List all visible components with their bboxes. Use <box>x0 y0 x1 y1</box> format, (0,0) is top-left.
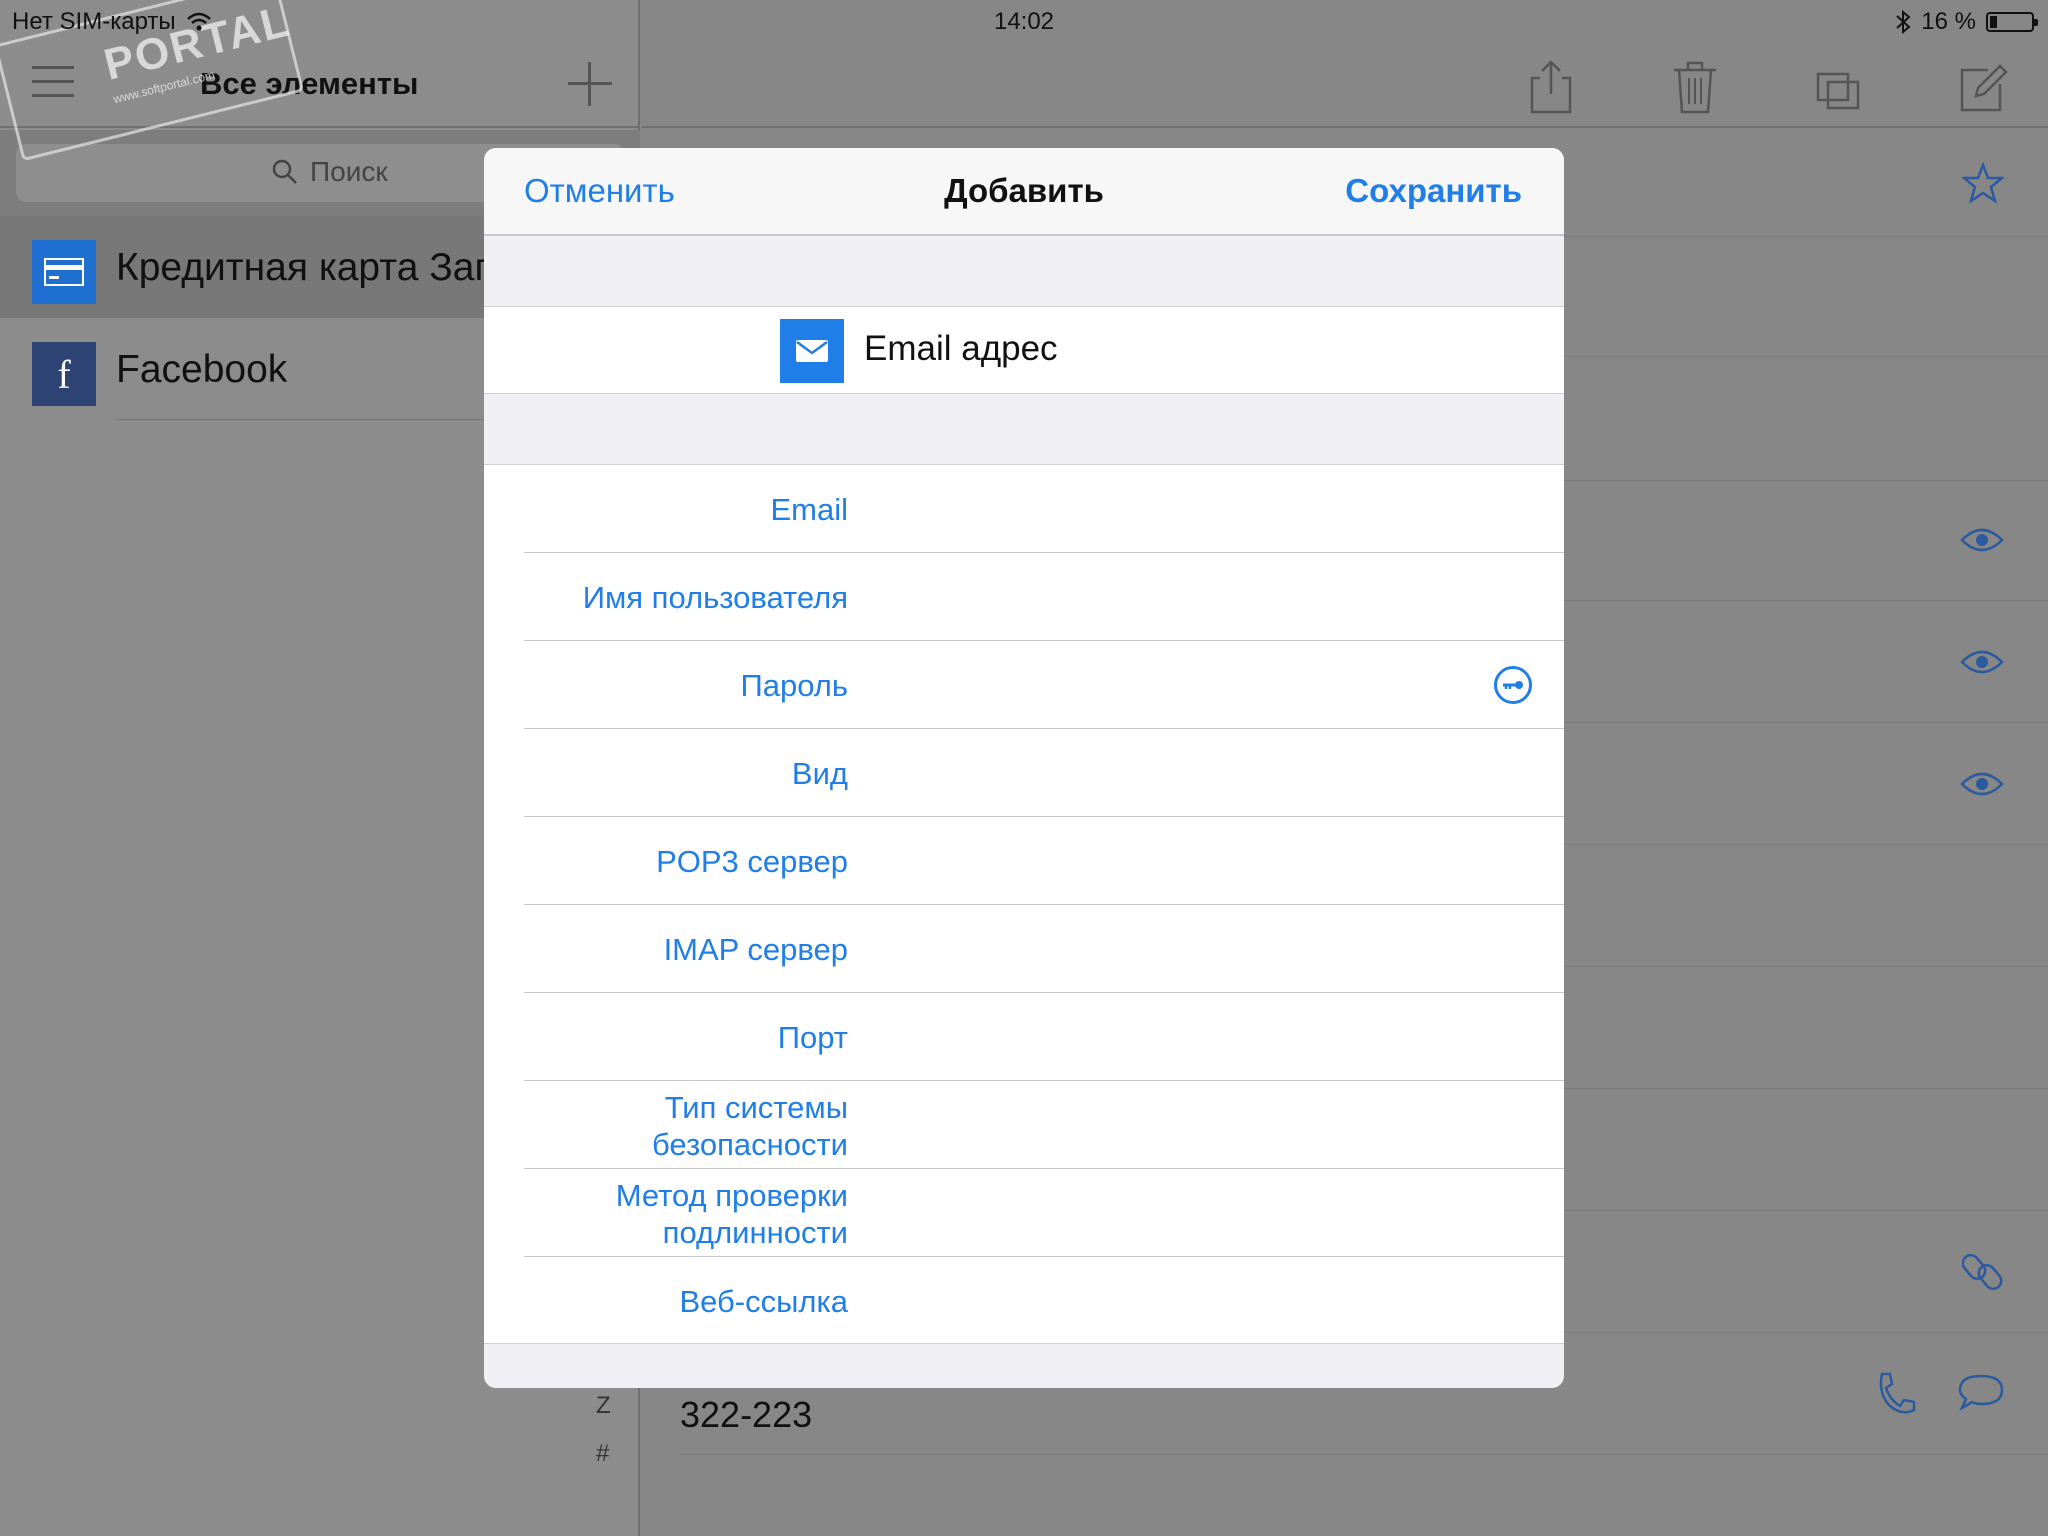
field-label: Пароль <box>740 668 848 703</box>
field-label: Тип системы безопасности <box>652 1090 848 1162</box>
password-generator-icon[interactable] <box>1494 666 1532 704</box>
phone-value: 322-223 <box>680 1394 813 1435</box>
save-button[interactable]: Сохранить <box>1345 172 1522 210</box>
list-item-label: Facebook <box>116 348 288 391</box>
field-imap[interactable]: IMAP сервер <box>484 905 1564 993</box>
share-icon[interactable] <box>1526 58 1576 114</box>
status-bar: Нет SIM-карты 14:02 16 % <box>0 0 2048 42</box>
message-icon[interactable] <box>1958 1372 2004 1412</box>
port-input[interactable] <box>872 993 1484 1081</box>
field-port[interactable]: Порт <box>484 993 1564 1081</box>
eye-icon[interactable] <box>1960 770 2004 798</box>
field-pop3[interactable]: POP3 сервер <box>484 817 1564 905</box>
index-letter[interactable]: Z <box>596 1392 611 1420</box>
web-link-input[interactable] <box>872 1257 1484 1345</box>
search-icon <box>272 159 297 184</box>
add-item-dialog: Отменить Добавить Сохранить Email адрес … <box>484 148 1564 1388</box>
type-input[interactable] <box>872 729 1484 817</box>
eye-icon[interactable] <box>1960 526 2004 554</box>
battery-percent: 16 % <box>1921 8 1976 35</box>
phone-icon[interactable] <box>1874 1370 1916 1416</box>
duplicate-icon[interactable] <box>1814 58 1864 114</box>
auth-method-input[interactable] <box>872 1169 1484 1257</box>
email-input[interactable] <box>872 465 1484 553</box>
list-item-label: Кредитная карта Зап <box>116 246 496 289</box>
field-label: Метод проверки подлинности <box>615 1178 848 1250</box>
field-password[interactable]: Пароль <box>484 641 1564 729</box>
field-label: Порт <box>777 1020 848 1055</box>
field-security-type[interactable]: Тип системы безопасности <box>484 1081 1564 1169</box>
divider <box>680 1454 2048 1455</box>
field-list: Email Имя пользователя Пароль Вид POP3 с… <box>484 464 1564 1345</box>
field-type[interactable]: Вид <box>484 729 1564 817</box>
item-type-label: Email адрес <box>864 329 1058 368</box>
eye-icon[interactable] <box>1960 648 2004 676</box>
username-input[interactable] <box>872 553 1484 641</box>
trash-icon[interactable] <box>1670 58 1720 114</box>
field-label: Email <box>770 492 848 527</box>
credit-card-icon <box>32 240 96 304</box>
pop3-server-input[interactable] <box>872 817 1484 905</box>
clock: 14:02 <box>993 8 1055 35</box>
field-label: Вид <box>791 756 848 791</box>
field-label: POP3 сервер <box>656 844 848 879</box>
detail-toolbar <box>642 42 2048 128</box>
facebook-icon: f <box>32 342 96 406</box>
field-label: IMAP сервер <box>663 932 848 967</box>
index-letter[interactable]: # <box>596 1440 609 1468</box>
battery-icon <box>1986 12 2038 32</box>
imap-server-input[interactable] <box>872 905 1484 993</box>
star-icon[interactable] <box>1962 162 2004 204</box>
bluetooth-icon <box>1896 10 1911 34</box>
item-type-row[interactable]: Email адрес <box>484 306 1564 394</box>
password-input[interactable] <box>872 641 1484 729</box>
field-label: Веб-ссылка <box>679 1284 848 1319</box>
field-email[interactable]: Email <box>484 465 1564 553</box>
edit-icon[interactable] <box>1958 58 2008 114</box>
dialog-navbar: Отменить Добавить Сохранить <box>484 148 1564 236</box>
field-username[interactable]: Имя пользователя <box>484 553 1564 641</box>
field-auth-method[interactable]: Метод проверки подлинности <box>484 1169 1564 1257</box>
field-label: Имя пользователя <box>582 580 848 615</box>
search-placeholder: Поиск <box>310 156 388 187</box>
field-web-link[interactable]: Веб-ссылка <box>484 1257 1564 1345</box>
add-item-icon[interactable] <box>568 62 612 106</box>
link-icon[interactable] <box>1962 1250 2004 1294</box>
envelope-icon <box>780 319 844 383</box>
security-type-input[interactable] <box>872 1081 1484 1169</box>
